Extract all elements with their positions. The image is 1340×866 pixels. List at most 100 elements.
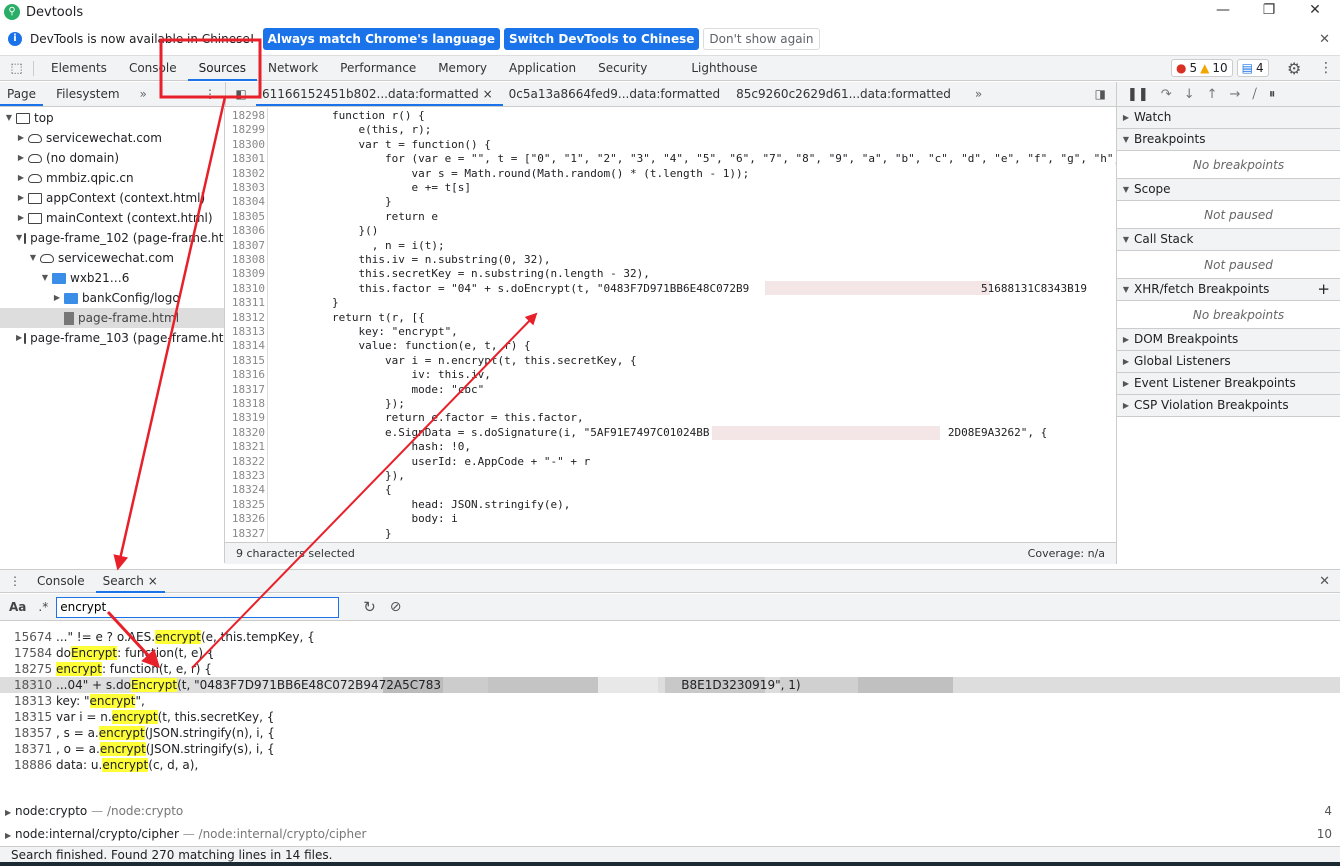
tab-network[interactable]: Network xyxy=(257,56,329,81)
editor-tab[interactable]: 61166152451b802...data:formatted × xyxy=(256,82,503,106)
messages-counter[interactable]: ▤ 4 xyxy=(1236,59,1269,77)
tab-search[interactable]: Search × xyxy=(95,569,165,593)
toggle-navigator-icon[interactable]: ◧ xyxy=(226,87,256,101)
section-event-listener-breakpoints[interactable]: ▶ Event Listener Breakpoints xyxy=(1117,373,1340,395)
step-out-icon[interactable]: ↑ xyxy=(1207,87,1218,102)
tree-node[interactable]: ▶ appContext (context.html) xyxy=(0,188,224,208)
code-text: function r() { xyxy=(279,109,425,122)
more-options-icon[interactable]: ⋮ xyxy=(1319,60,1333,76)
settings-gear-icon[interactable]: ⚙ xyxy=(1287,59,1301,78)
tab-memory[interactable]: Memory xyxy=(427,56,498,81)
close-tab-icon[interactable]: × xyxy=(483,87,493,101)
tab-elements[interactable]: Elements xyxy=(40,56,118,81)
expanded-triangle-icon[interactable]: ▼ xyxy=(4,108,14,128)
clear-icon[interactable]: ⊘ xyxy=(390,599,402,615)
more-editor-tabs-icon[interactable]: » xyxy=(975,87,982,101)
section-global-listeners[interactable]: ▶ Global Listeners xyxy=(1117,351,1340,373)
match-case-button[interactable]: Aa xyxy=(9,600,26,614)
more-tabs-icon[interactable]: » xyxy=(133,82,154,106)
tree-node[interactable]: ▼ top xyxy=(0,108,224,128)
tab-filesystem[interactable]: Filesystem xyxy=(49,82,126,106)
tree-node[interactable]: ▶ servicewechat.com xyxy=(0,128,224,148)
search-result-row[interactable]: 15674 ..." != e ? o.AES.encrypt(e, this.t… xyxy=(0,629,1340,645)
collapsed-triangle-icon[interactable]: ▶ xyxy=(16,208,26,228)
step-over-icon[interactable]: ↷ xyxy=(1161,87,1172,102)
match-language-button[interactable]: Always match Chrome's language xyxy=(262,28,500,50)
collapsed-triangle-icon[interactable]: ▶ xyxy=(16,168,26,188)
code-text: }), xyxy=(279,469,405,482)
tree-node[interactable]: ▶ mmbiz.qpic.cn xyxy=(0,168,224,188)
regex-button[interactable]: .* xyxy=(38,600,48,614)
tab-console[interactable]: Console xyxy=(30,569,92,593)
deactivate-breakpoints-icon[interactable]: ⧸ xyxy=(1252,87,1256,102)
close-drawer-icon[interactable]: ✕ xyxy=(1319,574,1330,589)
code-text: hash: !0, xyxy=(279,440,472,454)
close-window-button[interactable]: ✕ xyxy=(1300,2,1330,18)
section-watch[interactable]: ▶ Watch xyxy=(1117,107,1340,129)
close-search-tab-icon[interactable]: × xyxy=(148,574,158,588)
collapsed-triangle-icon[interactable]: ▶ xyxy=(16,188,26,208)
search-result-row[interactable]: 18357, s = a.encrypt(JSON.stringify(n), … xyxy=(0,725,1340,741)
expanded-triangle-icon[interactable]: ▼ xyxy=(40,268,50,288)
collapsed-triangle-icon[interactable]: ▶ xyxy=(16,148,26,168)
tree-node[interactable]: ▶ mainContext (context.html) xyxy=(0,208,224,228)
section-xhr-fetch-breakpoints[interactable]: ▼ XHR/fetch Breakpoints + xyxy=(1117,279,1340,301)
editor-tab[interactable]: 85c9260c2629d61...data:formatted xyxy=(730,82,961,106)
search-result-row[interactable]: 18313 key: "encrypt", xyxy=(0,693,1340,709)
search-result-row[interactable]: 18371, o = a.encrypt(JSON.stringify(s), … xyxy=(0,741,1340,757)
tab-lighthouse[interactable]: Lighthouse xyxy=(680,56,768,81)
pause-icon[interactable]: ❚❚ xyxy=(1127,87,1149,102)
result-file-group[interactable]: ▶ node:crypto — /node:crypto 4 xyxy=(0,801,1340,821)
tree-node[interactable]: ▼ wxb21…6 xyxy=(0,268,224,288)
search-result-row[interactable]: 18315 var i = n.encrypt(t, this.secretKey… xyxy=(0,709,1340,725)
issues-counter[interactable]: ● 5 ▲ 10 xyxy=(1171,59,1233,77)
tree-node[interactable]: ▶ page-frame_103 (page-frame.html) xyxy=(0,328,224,348)
switch-to-chinese-button[interactable]: Switch DevTools to Chinese xyxy=(503,28,700,50)
search-input[interactable] xyxy=(56,596,340,618)
search-result-row[interactable]: 18886 data: u.encrypt(c, d, a), xyxy=(0,757,1340,773)
editor-tab[interactable]: 0c5a13a8664fed9...data:formatted xyxy=(503,82,731,106)
minimize-button[interactable]: — xyxy=(1208,2,1238,18)
tree-node[interactable]: ▶ (no domain) xyxy=(0,148,224,168)
tab-security[interactable]: Security xyxy=(587,56,658,81)
tree-node[interactable]: page-frame.html xyxy=(0,308,224,328)
dont-show-again-button[interactable]: Don't show again xyxy=(703,28,820,50)
result-file-group[interactable]: ▶ node:internal/crypto/cipher — /node:in… xyxy=(0,824,1340,844)
close-infobar-icon[interactable]: ✕ xyxy=(1319,32,1330,47)
search-result-row[interactable]: 18310 ...04" + s.doEncrypt(t, "0483F7D971… xyxy=(0,677,1340,693)
refresh-icon[interactable]: ↻ xyxy=(363,598,376,616)
tree-node[interactable]: ▼ servicewechat.com xyxy=(0,248,224,268)
search-result-row[interactable]: 18275 encrypt: function(t, e, r) { xyxy=(0,661,1340,677)
section-breakpoints[interactable]: ▼ Breakpoints xyxy=(1117,129,1340,151)
code-editor[interactable]: 18298 function r() {18299 e(this, r); 183… xyxy=(225,108,1116,542)
expanded-triangle-icon[interactable]: ▼ xyxy=(28,248,38,268)
section-csp-violation-breakpoints[interactable]: ▶ CSP Violation Breakpoints xyxy=(1117,395,1340,417)
collapsed-triangle-icon[interactable]: ▶ xyxy=(52,288,62,308)
line-number: 18309 xyxy=(231,267,265,281)
result-line-number: 18357 xyxy=(14,726,53,740)
pause-on-exceptions-icon[interactable]: ⏸ xyxy=(1269,87,1276,102)
tab-sources[interactable]: Sources xyxy=(187,56,258,81)
result-file-count: 10 xyxy=(1316,827,1332,841)
tab-performance[interactable]: Performance xyxy=(329,56,427,81)
tab-application[interactable]: Application xyxy=(498,56,587,81)
add-xhr-breakpoint-icon[interactable]: + xyxy=(1317,279,1330,300)
step-icon[interactable]: → xyxy=(1230,87,1241,102)
tab-console[interactable]: Console xyxy=(118,56,188,81)
navigator-menu-icon[interactable]: ⋮ xyxy=(204,87,216,101)
tree-node[interactable]: ▼ page-frame_102 (page-frame.html) xyxy=(0,228,224,248)
section-call-stack[interactable]: ▼ Call Stack xyxy=(1117,229,1340,251)
inspect-element-icon[interactable]: ⬚ xyxy=(0,60,34,76)
tab-page[interactable]: Page xyxy=(0,82,44,106)
tree-node[interactable]: ▶ bankConfig/logo xyxy=(0,288,224,308)
expanded-triangle-icon[interactable]: ▼ xyxy=(16,228,22,248)
drawer-menu-icon[interactable]: ⋮ xyxy=(0,574,30,588)
section-scope[interactable]: ▼ Scope xyxy=(1117,179,1340,201)
toggle-debugger-icon[interactable]: ◨ xyxy=(1095,87,1106,101)
step-into-icon[interactable]: ↓ xyxy=(1184,87,1195,102)
collapsed-triangle-icon[interactable]: ▶ xyxy=(16,328,22,348)
search-result-row[interactable]: 17584 doEncrypt: function(t, e) { xyxy=(0,645,1340,661)
maximize-button[interactable]: ❐ xyxy=(1254,2,1284,18)
collapsed-triangle-icon[interactable]: ▶ xyxy=(16,128,26,148)
section-dom-breakpoints[interactable]: ▶ DOM Breakpoints xyxy=(1117,329,1340,351)
